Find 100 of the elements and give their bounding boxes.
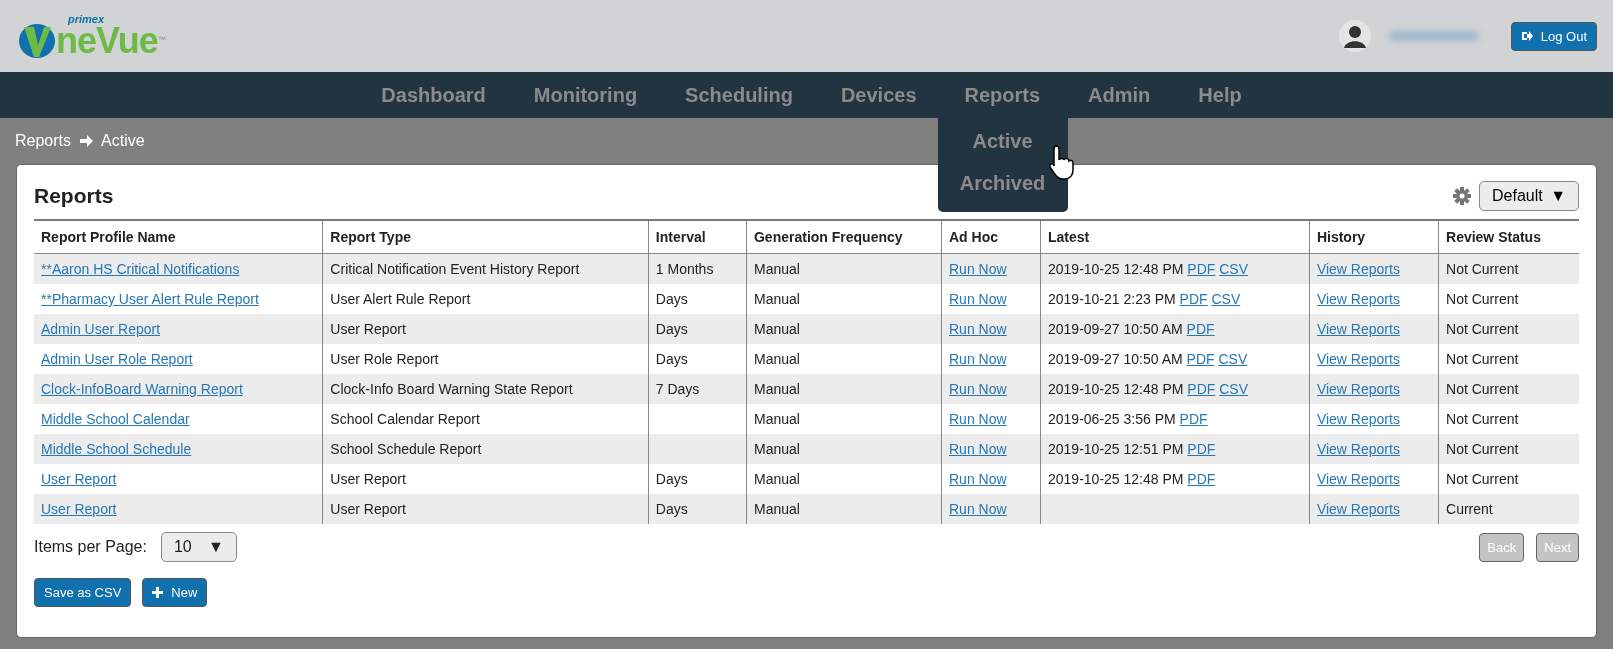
report-link[interactable]: Run Now: [949, 261, 1007, 277]
save-csv-button[interactable]: Save as CSV: [34, 578, 132, 607]
table-cell: User Report: [330, 501, 406, 517]
column-header: Ad Hoc: [941, 221, 1041, 254]
table-cell: User Report: [330, 321, 406, 337]
table-cell: Days: [655, 501, 688, 517]
table-cell: School Calendar Report: [330, 411, 480, 427]
report-link[interactable]: View Reports: [1316, 261, 1400, 277]
table-cell: Manual: [753, 381, 800, 397]
nav-link[interactable]: Devices: [816, 72, 941, 118]
table-cell: Manual: [753, 351, 800, 367]
report-link[interactable]: Run Now: [949, 441, 1007, 457]
new-button[interactable]: New: [142, 578, 208, 607]
report-link[interactable]: View Reports: [1316, 501, 1400, 517]
avatar-icon: [1338, 20, 1371, 52]
table-cell: Not Current: [1446, 351, 1519, 367]
report-link[interactable]: User Report: [41, 501, 117, 517]
report-link[interactable]: Run Now: [949, 291, 1007, 307]
table-cell: Days: [655, 351, 688, 367]
report-link[interactable]: View Reports: [1316, 381, 1400, 397]
arrow-right-icon: [79, 134, 94, 148]
table-cell: Not Current: [1446, 321, 1519, 337]
report-link[interactable]: Clock-InfoBoard Warning Report: [41, 381, 243, 397]
logo: primex neVue™: [18, 13, 166, 59]
report-link[interactable]: Run Now: [949, 411, 1007, 427]
report-link[interactable]: View Reports: [1316, 351, 1400, 367]
table-cell: Current: [1446, 501, 1493, 517]
report-link[interactable]: **Pharmacy User Alert Rule Report: [41, 291, 259, 307]
download-link[interactable]: PDF: [1186, 351, 1215, 367]
breadcrumb-current: Active: [101, 132, 145, 150]
download-link[interactable]: PDF: [1179, 411, 1208, 427]
download-link[interactable]: PDF: [1179, 291, 1208, 307]
nav-link[interactable]: Monitoring: [509, 72, 662, 118]
report-link[interactable]: Run Now: [949, 321, 1007, 337]
breadcrumb-link[interactable]: Reports: [15, 132, 72, 150]
download-link[interactable]: PDF: [1187, 261, 1216, 277]
download-link[interactable]: PDF: [1187, 441, 1216, 457]
logo-mark-icon: [18, 23, 56, 59]
table-cell: User Alert Rule Report: [330, 291, 471, 307]
column-header: History: [1309, 221, 1439, 254]
report-link[interactable]: Middle School Schedule: [41, 441, 192, 457]
table-cell: Not Current: [1446, 441, 1519, 457]
table-cell: Manual: [753, 411, 800, 427]
table-cell: User Report: [330, 471, 406, 487]
logout-icon: [1520, 30, 1533, 42]
table-cell: Not Current: [1446, 471, 1519, 487]
nav-link[interactable]: Dashboard: [357, 72, 510, 118]
table-cell: Critical Notification Event History Report: [330, 261, 580, 277]
table-cell: Clock-Info Board Warning State Report: [330, 381, 573, 397]
nav-link[interactable]: Admin: [1064, 72, 1175, 118]
table-cell: 2019-09-27 10:50 AM: [1048, 351, 1183, 367]
table-cell: Not Current: [1446, 291, 1519, 307]
report-link[interactable]: Run Now: [949, 471, 1007, 487]
table-cell: Days: [655, 321, 688, 337]
menu-item[interactable]: Active: [972, 120, 1033, 162]
report-link[interactable]: View Reports: [1316, 471, 1400, 487]
download-link[interactable]: CSV: [1219, 261, 1249, 277]
report-link[interactable]: View Reports: [1316, 321, 1400, 337]
table-cell: Manual: [753, 291, 800, 307]
report-link[interactable]: View Reports: [1316, 441, 1400, 457]
items-per-page-label: Items per Page:: [34, 538, 147, 556]
plus-icon: [152, 587, 164, 598]
report-link[interactable]: View Reports: [1316, 291, 1400, 307]
report-link[interactable]: Run Now: [949, 381, 1007, 397]
report-link[interactable]: Run Now: [949, 351, 1007, 367]
report-link[interactable]: Admin User Report: [41, 321, 161, 337]
download-link[interactable]: CSV: [1219, 381, 1249, 397]
download-link[interactable]: PDF: [1187, 381, 1216, 397]
table-cell: Manual: [753, 261, 800, 277]
table-cell: 2019-09-27 10:50 AM: [1048, 321, 1183, 337]
view-select[interactable]: Default ▼: [1479, 181, 1579, 211]
table-cell: Not Current: [1446, 381, 1519, 397]
table-cell: Not Current: [1446, 261, 1519, 277]
table-cell: 7 Days: [655, 381, 700, 397]
table-cell: Not Current: [1446, 411, 1519, 427]
table-cell: 2019-10-25 12:48 PM: [1048, 261, 1184, 277]
download-link[interactable]: PDF: [1186, 321, 1215, 337]
report-link[interactable]: User Report: [41, 471, 117, 487]
card-title: Reports: [34, 184, 114, 208]
report-link[interactable]: **Aaron HS Critical Notifications: [41, 261, 240, 277]
report-link[interactable]: Admin User Role Report: [41, 351, 193, 367]
report-link[interactable]: Middle School Calendar: [41, 411, 190, 427]
column-header: Report Profile Name: [34, 221, 323, 254]
table-cell: 1 Months: [655, 261, 714, 277]
column-header: Latest: [1040, 221, 1310, 254]
menu-item[interactable]: Archived: [959, 162, 1046, 204]
report-link[interactable]: View Reports: [1316, 411, 1400, 427]
nav-link[interactable]: Scheduling: [661, 72, 817, 118]
nav-link[interactable]: Reports: [940, 72, 1065, 118]
logout-button[interactable]: Log Out: [1510, 21, 1597, 51]
table-cell: 2019-10-21 2:23 PM: [1048, 291, 1176, 307]
download-link[interactable]: CSV: [1218, 351, 1248, 367]
download-link[interactable]: CSV: [1211, 291, 1241, 307]
table-cell: 2019-10-25 12:48 PM: [1048, 381, 1184, 397]
nav-link[interactable]: Help: [1174, 72, 1266, 118]
report-link[interactable]: Run Now: [949, 501, 1007, 517]
page-size-select[interactable]: 10 ▼: [160, 532, 237, 562]
table-cell: Manual: [753, 321, 800, 337]
download-link[interactable]: PDF: [1187, 471, 1216, 487]
table-cell: Days: [655, 471, 688, 487]
